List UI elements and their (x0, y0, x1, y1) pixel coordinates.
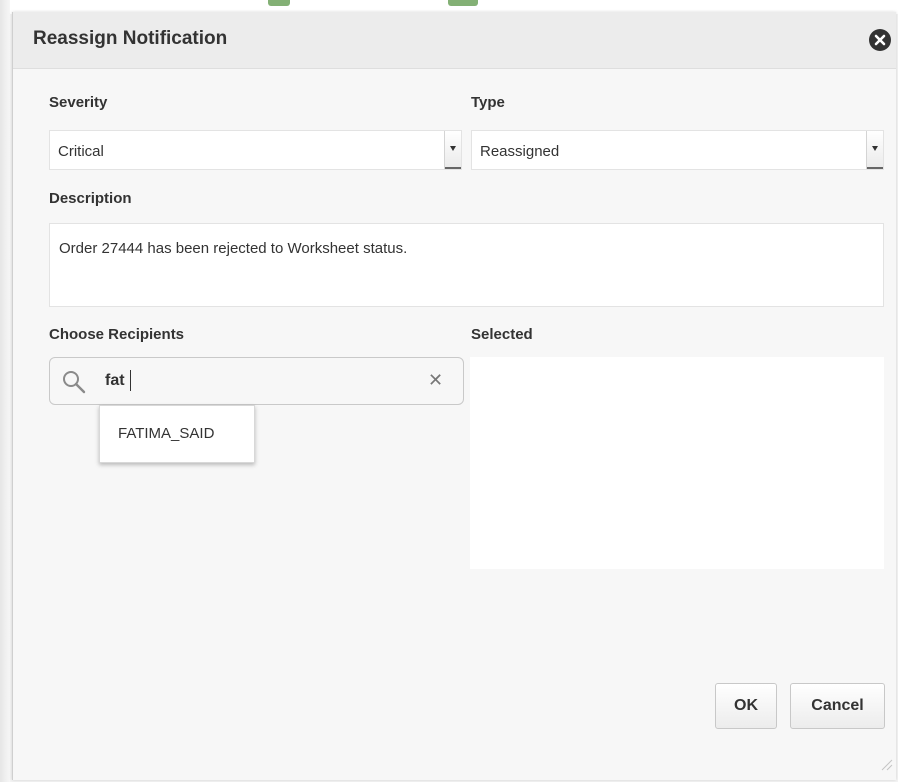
background-mark (268, 0, 290, 6)
choose-recipients-label: Choose Recipients (49, 326, 185, 343)
chevron-down-icon[interactable] (444, 131, 461, 169)
text-cursor (130, 370, 131, 391)
ok-button[interactable]: OK (715, 683, 777, 729)
suggestion-label: FATIMA_SAID (118, 425, 215, 442)
reassign-notification-dialog: Reassign Notification Severity Critical … (12, 12, 896, 780)
type-select[interactable]: Reassigned (471, 130, 884, 170)
close-icon[interactable] (869, 29, 891, 51)
chevron-down-icon[interactable] (866, 131, 883, 169)
description-text: Order 27444 has been rejected to Workshe… (59, 240, 408, 257)
description-field[interactable]: Order 27444 has been rejected to Workshe… (49, 223, 884, 307)
cancel-button[interactable]: Cancel (790, 683, 885, 729)
dialog-title: Reassign Notification (33, 28, 228, 49)
description-label: Description (49, 190, 132, 207)
selected-recipients-list[interactable] (470, 357, 884, 569)
background-mark (448, 0, 478, 6)
search-icon (60, 368, 88, 396)
dialog-header: Reassign Notification (13, 12, 896, 69)
resize-grip-icon[interactable] (879, 757, 893, 771)
search-query: fat (105, 372, 125, 389)
severity-select[interactable]: Critical (49, 130, 462, 170)
selected-label: Selected (471, 326, 533, 343)
suggestion-item[interactable]: FATIMA_SAID (99, 405, 255, 463)
clear-icon[interactable]: ✕ (428, 370, 443, 391)
recipient-search-input[interactable]: fat ✕ (49, 357, 464, 405)
severity-label: Severity (49, 94, 108, 111)
type-label: Type (471, 94, 505, 111)
severity-value: Critical (58, 143, 104, 160)
background-window-edge (0, 0, 10, 782)
type-value: Reassigned (480, 143, 560, 160)
